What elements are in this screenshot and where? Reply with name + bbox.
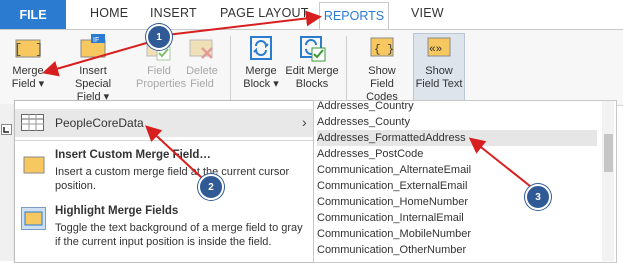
callout-1: 1 [146, 24, 172, 50]
callout-2: 2 [198, 174, 224, 200]
callout-3: 3 [525, 184, 551, 210]
annotation-arrows [42, 10, 531, 187]
arrow-to-formatted-address [468, 137, 531, 187]
arrow-to-merge-field [42, 41, 151, 77]
arrow-to-datasource [145, 125, 203, 179]
arrow-to-reports-tab [157, 10, 322, 37]
